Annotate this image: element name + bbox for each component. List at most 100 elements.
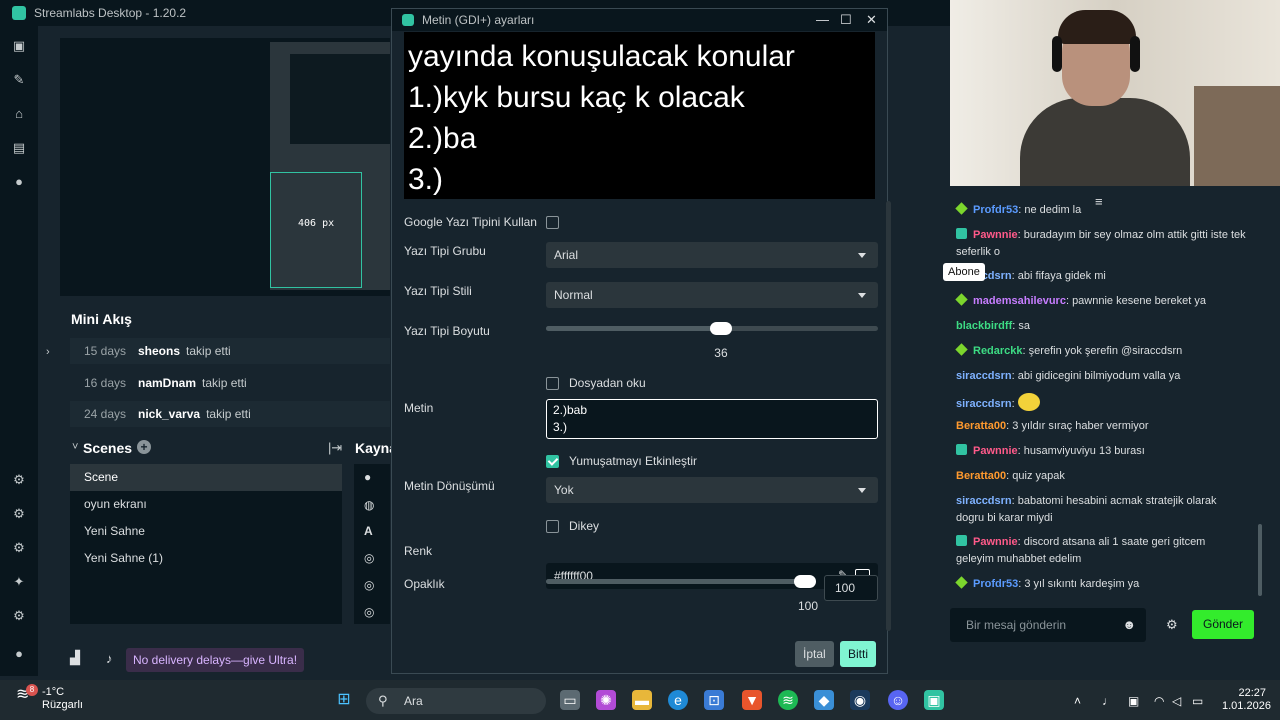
- volume-icon[interactable]: ◁: [1172, 694, 1181, 708]
- chat-username[interactable]: siraccdsrn: [956, 495, 1012, 507]
- battery-icon[interactable]: ▭: [1192, 694, 1203, 708]
- chat-username[interactable]: Pawnnie: [973, 536, 1018, 548]
- apps-icon[interactable]: ⚙: [11, 472, 27, 488]
- copilot-icon[interactable]: ✺: [596, 690, 616, 710]
- google-font-checkbox[interactable]: [546, 216, 559, 230]
- highlighter-icon[interactable]: ▤: [11, 140, 27, 156]
- themes-icon[interactable]: ✎: [11, 72, 27, 88]
- discord-icon[interactable]: ☺: [888, 690, 908, 710]
- chat-username[interactable]: mademsahilevurc: [973, 295, 1066, 307]
- scene-item[interactable]: Yeni Sahne (1): [70, 545, 342, 572]
- text-source-icon[interactable]: A: [364, 524, 373, 538]
- dialog-scrollbar[interactable]: [886, 201, 891, 631]
- system-clock[interactable]: 22:27 1.01.2026: [1222, 687, 1271, 713]
- text-input[interactable]: 2.)bab 3.): [546, 399, 878, 439]
- webcam-source-icon[interactable]: ●: [364, 470, 371, 484]
- sparkle-icon[interactable]: ✦: [11, 574, 27, 590]
- chat-username[interactable]: Beratta00: [956, 420, 1006, 432]
- from-file-checkbox[interactable]: [546, 376, 559, 390]
- tray-app-icon[interactable]: ▣: [1128, 694, 1139, 708]
- task-view-icon[interactable]: ▭: [560, 690, 580, 710]
- mini-feed-row[interactable]: 15 days sheons takip etti: [70, 338, 390, 364]
- chat-message: Beratta00: 3 yıldır sıraç haber vermiyor: [956, 420, 1149, 432]
- nested-preview: [290, 54, 390, 144]
- done-button[interactable]: Bitti: [840, 641, 877, 667]
- chat-message-input[interactable]: Bir mesaj gönderin ☻: [950, 608, 1146, 642]
- opacity-slider-thumb[interactable]: [794, 575, 816, 588]
- chat-username[interactable]: Pawnnie: [973, 445, 1018, 457]
- cancel-button[interactable]: İptal: [795, 641, 834, 667]
- text-transform-select[interactable]: Yok: [546, 477, 878, 503]
- chat-message: Pawnnie: discord atsana ali 1 saate geri…: [956, 535, 1206, 565]
- tray-chevron-up-icon[interactable]: ˄: [1074, 694, 1081, 708]
- add-scene-icon[interactable]: +: [137, 440, 151, 454]
- selection-box[interactable]: [270, 172, 362, 288]
- windows-start-icon[interactable]: ⊞: [334, 690, 354, 710]
- taskbar-search[interactable]: ⚲ Ara: [366, 688, 546, 714]
- spotify-icon[interactable]: ≋: [778, 690, 798, 710]
- font-family-label: Yazı Tipi Grubu: [404, 244, 486, 258]
- search-icon: ⚲: [378, 693, 388, 708]
- streamlabs-taskbar-icon[interactable]: ▣: [924, 690, 944, 710]
- store-icon[interactable]: ⊡: [704, 690, 724, 710]
- browser-source-icon[interactable]: ◎: [364, 605, 374, 619]
- font-size-value: 36: [714, 346, 728, 360]
- chat-username[interactable]: Pawnnie: [973, 229, 1018, 241]
- settings-icon[interactable]: ⚙: [11, 608, 27, 624]
- chat-username[interactable]: Profdr53: [973, 578, 1018, 590]
- streamlabs-logo-icon: [12, 6, 26, 20]
- scenes-chevron-down-icon[interactable]: ˅: [72, 441, 78, 453]
- steam-icon[interactable]: ◉: [850, 690, 870, 710]
- file-explorer-icon[interactable]: ▬: [632, 690, 652, 710]
- chat-username[interactable]: Beratta00: [956, 470, 1006, 482]
- chat-username[interactable]: Profdr53: [973, 204, 1018, 216]
- store-icon[interactable]: ⌂: [11, 106, 27, 122]
- collapse-panel-icon[interactable]: |⇥: [328, 440, 342, 456]
- antialias-checkbox[interactable]: [546, 454, 559, 468]
- stats-icon[interactable]: ▟: [70, 650, 80, 666]
- font-style-select[interactable]: Normal: [546, 282, 878, 308]
- chat-username[interactable]: siraccdsrn: [956, 370, 1012, 382]
- microphone-icon[interactable]: ♩: [1102, 694, 1114, 708]
- studio-mode-icon[interactable]: ▣: [11, 38, 27, 54]
- chat-scrollbar[interactable]: [1258, 524, 1262, 596]
- scene-item[interactable]: oyun ekranı: [70, 491, 342, 518]
- minimize-icon[interactable]: —: [816, 12, 829, 27]
- opacity-input[interactable]: 100: [824, 575, 878, 601]
- maximize-icon[interactable]: ☐: [840, 12, 852, 28]
- chat-username[interactable]: blackbirdff: [956, 320, 1012, 332]
- chat-username[interactable]: Redarckk: [973, 345, 1023, 357]
- game-source-icon[interactable]: ◍: [364, 498, 374, 512]
- ultra-promo-banner[interactable]: No delivery delays—give Ultra!: [126, 648, 305, 672]
- app-icon[interactable]: ◆: [814, 690, 834, 710]
- emoji-icon[interactable]: ☻: [1122, 608, 1136, 642]
- notification-icon[interactable]: ♪: [106, 651, 113, 666]
- font-family-select[interactable]: Arial: [546, 242, 878, 268]
- chat-settings-icon[interactable]: ⚙: [1166, 617, 1178, 633]
- close-icon[interactable]: ✕: [866, 12, 877, 28]
- cloud-icon[interactable]: ⚙: [11, 540, 27, 556]
- settings-alt-icon[interactable]: ⚙: [11, 506, 27, 522]
- vertical-checkbox[interactable]: [546, 519, 559, 533]
- vip-badge-icon: [955, 343, 968, 356]
- mini-feed-row[interactable]: 24 days nick_varva takip etti: [70, 401, 390, 427]
- chat-send-button[interactable]: Gönder: [1192, 610, 1254, 639]
- font-size-slider-thumb[interactable]: [710, 322, 733, 335]
- browser-source-icon[interactable]: ◎: [364, 551, 374, 565]
- expand-chevron-icon[interactable]: ›: [46, 346, 50, 358]
- browser-source-icon[interactable]: ◎: [364, 578, 374, 592]
- wifi-icon[interactable]: ◠: [1154, 694, 1164, 708]
- scene-item[interactable]: Yeni Sahne: [70, 518, 342, 545]
- scenes-list: Scene oyun ekranı Yeni Sahne Yeni Sahne …: [70, 464, 342, 624]
- edge-icon[interactable]: e: [668, 690, 688, 710]
- vip-badge-icon: [955, 576, 968, 589]
- play-icon[interactable]: ●: [11, 174, 27, 190]
- weather-widget[interactable]: ≋ 8 -1°C Rüzgarlı: [16, 684, 83, 712]
- brave-icon[interactable]: ▼: [742, 690, 762, 710]
- chat-message: Beratta00: quiz yapak: [956, 470, 1065, 482]
- subscriber-badge-icon: [956, 228, 967, 239]
- chat-username[interactable]: siraccdsrn: [956, 398, 1012, 410]
- mini-feed-row[interactable]: 16 days namDnam takip etti: [70, 370, 390, 396]
- profile-icon[interactable]: ●: [11, 646, 27, 662]
- scene-item[interactable]: Scene: [70, 464, 342, 491]
